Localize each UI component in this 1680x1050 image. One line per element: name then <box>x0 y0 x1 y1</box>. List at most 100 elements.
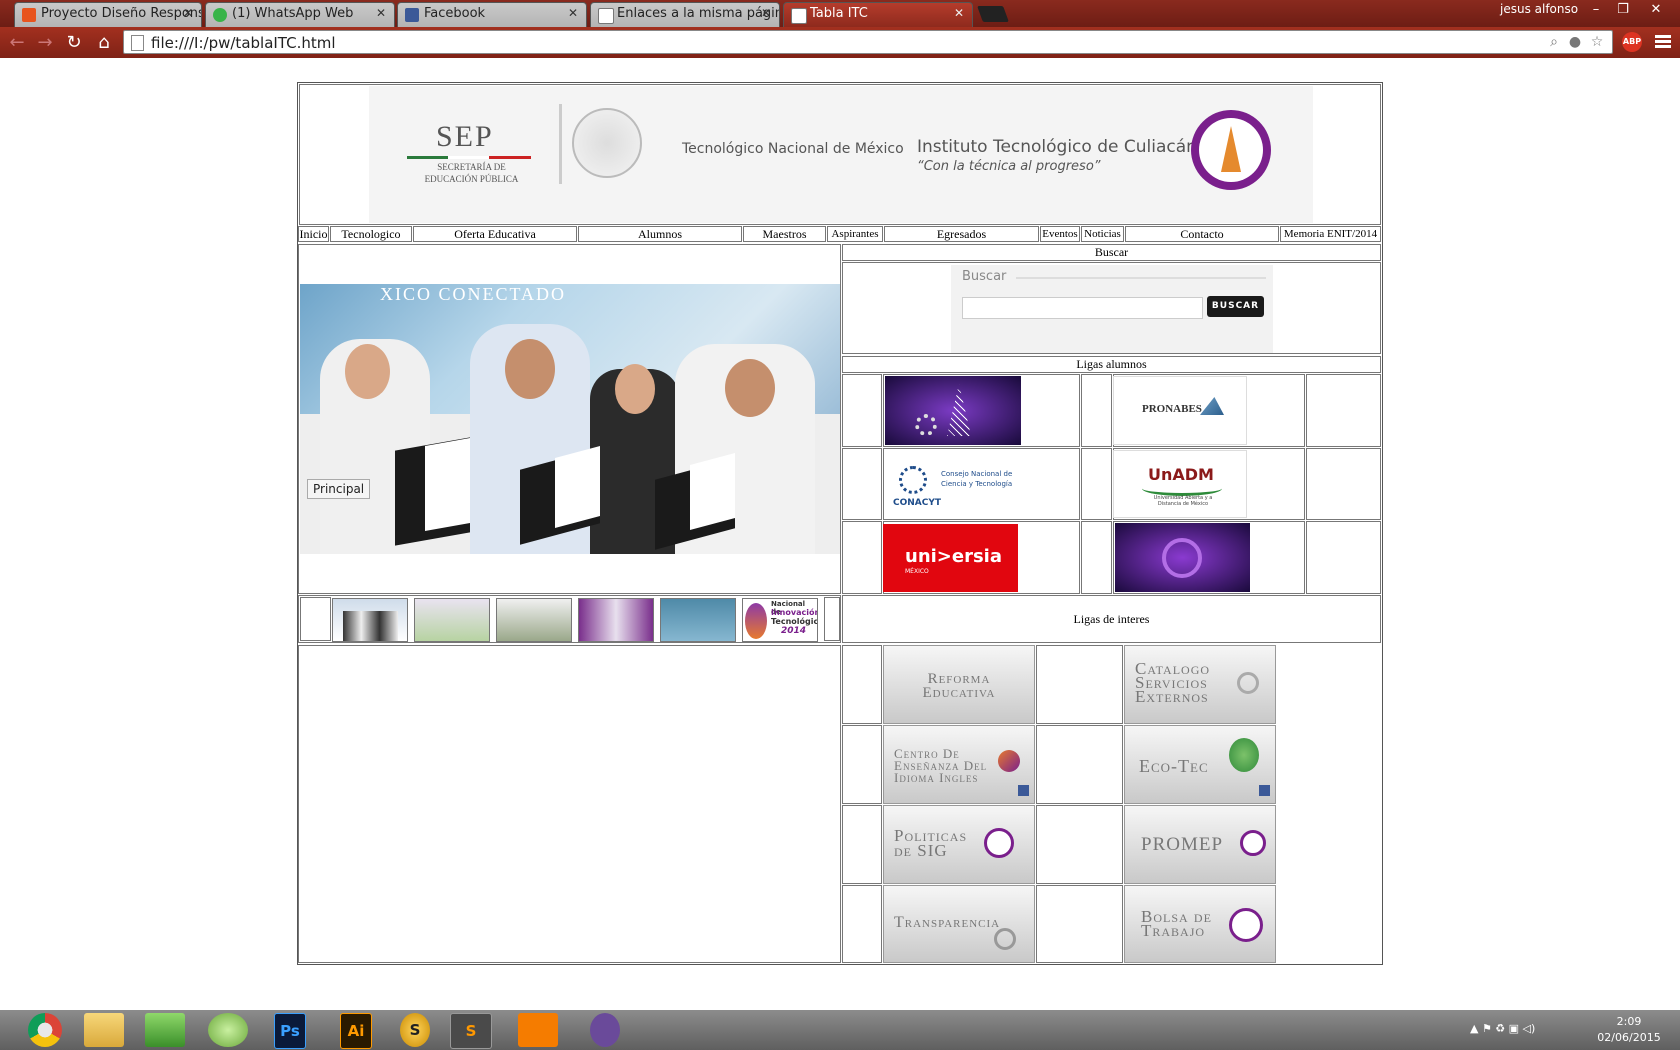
star-icon[interactable]: ☆ <box>1589 34 1605 50</box>
thumb-3[interactable] <box>496 598 572 642</box>
illustrator-taskbar-icon[interactable]: Ai <box>340 1013 372 1049</box>
reforma-educativa-button[interactable]: Reforma Educativa <box>883 645 1035 724</box>
reload-icon[interactable]: ↻ <box>63 32 85 54</box>
eco-tec-button[interactable]: Eco-Tec <box>1124 725 1276 804</box>
sublime-s-taskbar-icon[interactable]: S <box>400 1013 430 1047</box>
thumb-5[interactable] <box>660 598 736 642</box>
restore-icon[interactable]: ❐ <box>1612 2 1634 18</box>
search-input[interactable] <box>962 297 1203 319</box>
nav-maestros[interactable]: Maestros <box>743 226 826 242</box>
grid-cell <box>1036 885 1123 963</box>
ligas-pronabes-logo[interactable]: PRONABES <box>1113 376 1247 445</box>
whatsapp-icon <box>213 8 227 22</box>
github-taskbar-icon[interactable] <box>590 1013 620 1047</box>
tray-icons[interactable]: ▲ ⚑ ♻ ▣ ◁) <box>1470 1022 1535 1035</box>
ligas-universia-logo[interactable]: uni>ersia MÉXICO <box>883 524 1018 592</box>
close-icon[interactable]: ✕ <box>376 6 386 20</box>
nav-aspirantes[interactable]: Aspirantes <box>827 226 883 242</box>
ligas-unadm-logo[interactable]: UnADM Universidad Abierta y a Distancia … <box>1113 450 1247 518</box>
photoshop-taskbar-icon[interactable]: Ps <box>274 1013 306 1049</box>
universia-text: uni>ersia <box>905 546 1002 567</box>
search-button[interactable]: BUSCAR <box>1207 296 1264 317</box>
sep-subtitle-2: EDUCACIÓN PÚBLICA <box>424 174 519 184</box>
grid-cell <box>842 885 882 963</box>
menu-icon[interactable] <box>1655 35 1671 49</box>
leaf-app-taskbar-icon[interactable] <box>208 1013 248 1047</box>
politicas-sig-button[interactable]: Politicas de SIG <box>883 805 1035 884</box>
grid-cell <box>1306 448 1381 520</box>
minimize-icon[interactable]: – <box>1585 2 1607 18</box>
close-icon[interactable]: ✕ <box>761 6 771 20</box>
address-bar[interactable]: ⌕ ● ☆ <box>123 30 1613 54</box>
close-icon[interactable]: ✕ <box>954 6 964 20</box>
close-icon[interactable]: ✕ <box>568 6 578 20</box>
search-widget: Buscar BUSCAR <box>951 265 1273 353</box>
back-icon[interactable]: ← <box>6 32 28 54</box>
extension-icon[interactable]: ● <box>1567 34 1583 50</box>
facebook-icon <box>1018 785 1029 796</box>
nav-memoria-enit[interactable]: Memoria ENIT/2014 <box>1280 226 1381 242</box>
thumb-1[interactable] <box>332 598 408 642</box>
ligas-itc-logo[interactable] <box>1115 523 1250 592</box>
grid-cell <box>1306 521 1381 594</box>
nav-eventos[interactable]: Eventos <box>1040 226 1080 242</box>
chrome-taskbar-icon[interactable] <box>28 1013 62 1047</box>
forward-icon[interactable]: → <box>34 32 56 54</box>
tab-title: Tabla ITC <box>810 6 868 21</box>
tab-enlaces[interactable]: Enlaces a la misma página ✕ <box>590 2 780 27</box>
catalogo-servicios-button[interactable]: Catalogo Servicios Externos <box>1124 645 1276 724</box>
tab-strip: Proyecto Diseño Responsi ✕ (1) WhatsApp … <box>0 0 1680 27</box>
search-widget-label: Buscar <box>962 269 1007 284</box>
profile-name[interactable]: jesus alfonso <box>1500 2 1578 16</box>
idiomas-logo-icon <box>998 750 1020 772</box>
sublime-text-taskbar-icon[interactable]: S <box>450 1013 492 1049</box>
thumb-2[interactable] <box>414 598 490 642</box>
ligas-conacyt-logo[interactable]: CONACYT Consejo Nacional de Ciencia y Te… <box>885 450 1021 518</box>
close-window-icon[interactable]: ✕ <box>1645 2 1667 18</box>
facebook-icon <box>405 8 419 22</box>
divider <box>1016 277 1266 279</box>
nav-egresados[interactable]: Egresados <box>884 226 1039 242</box>
dreamweaver-taskbar-icon[interactable] <box>145 1013 185 1047</box>
clock-time: 2:09 <box>1616 1015 1642 1028</box>
pronabes-text: PRONABES <box>1142 403 1202 415</box>
home-icon[interactable]: ⌂ <box>93 32 115 54</box>
xampp-taskbar-icon[interactable] <box>518 1013 558 1047</box>
grid-cell <box>1036 645 1123 724</box>
grid-cell <box>842 805 882 884</box>
conacyt-text: CONACYT <box>893 498 942 508</box>
universia-sub: MÉXICO <box>905 568 929 575</box>
tab-proyecto[interactable]: Proyecto Diseño Responsi ✕ <box>14 2 202 27</box>
thumb-spacer <box>300 597 331 641</box>
button-line: Reforma <box>927 671 991 687</box>
adblock-icon[interactable]: ABP <box>1622 32 1642 52</box>
transparencia-button[interactable]: Transparencia <box>883 885 1035 963</box>
thumb-4[interactable] <box>578 598 654 642</box>
ligas-tech-logo[interactable] <box>885 376 1021 445</box>
nav-inicio[interactable]: Inicio <box>298 226 329 242</box>
thumb-6-line2: Innovación <box>771 608 818 617</box>
bolsa-trabajo-button[interactable]: Bolsa de Trabajo <box>1124 885 1276 963</box>
close-icon[interactable]: ✕ <box>183 6 193 20</box>
explorer-taskbar-icon[interactable] <box>84 1013 124 1047</box>
tab-title: Enlaces a la misma página <box>617 6 780 21</box>
nav-contacto[interactable]: Contacto <box>1125 226 1279 242</box>
itc-logo-icon <box>1229 908 1263 942</box>
url-input[interactable] <box>149 32 1513 54</box>
promep-button[interactable]: PROMEP <box>1124 805 1276 884</box>
tab-whatsapp[interactable]: (1) WhatsApp Web ✕ <box>205 2 395 27</box>
grid-cell <box>842 645 882 724</box>
tab-facebook[interactable]: Facebook ✕ <box>397 2 587 27</box>
ligas-alumnos-heading: Ligas alumnos <box>842 356 1381 373</box>
nav-noticias[interactable]: Noticias <box>1081 226 1124 242</box>
new-tab-button[interactable] <box>977 6 1009 22</box>
main-slider-image[interactable]: XICO CONECTADO <box>300 284 840 554</box>
centro-idiomas-button[interactable]: Centro De Enseñanza Del Idioma Ingles <box>883 725 1035 804</box>
tab-tabla-itc[interactable]: Tabla ITC ✕ <box>783 2 973 27</box>
nav-tecnologico[interactable]: Tecnologico <box>330 226 412 242</box>
clock[interactable]: 2:09 02/06/2015 <box>1590 1014 1668 1046</box>
nav-oferta-educativa[interactable]: Oferta Educativa <box>413 226 577 242</box>
nav-alumnos[interactable]: Alumnos <box>578 226 742 242</box>
thumb-6[interactable]: Nacional de Innovación Tecnológica 2014 <box>742 598 818 642</box>
zoom-icon[interactable]: ⌕ <box>1546 34 1562 50</box>
